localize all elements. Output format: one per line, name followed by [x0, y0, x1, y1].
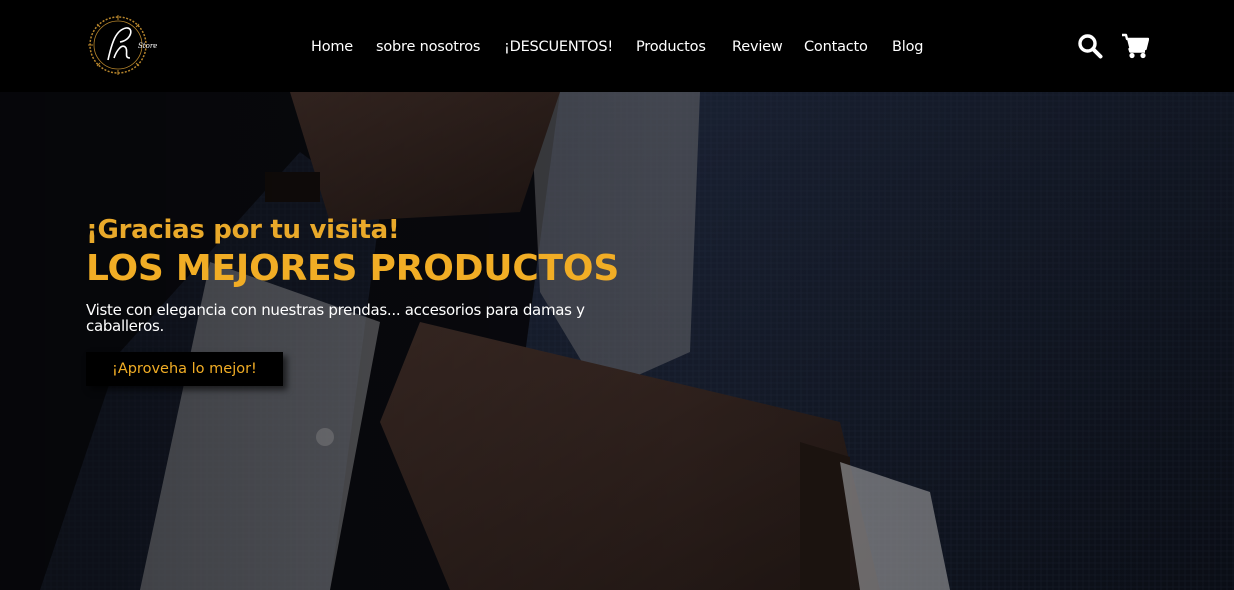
hero-section: ¡Gracias por tu visita! LOS MEJORES PROD…: [0, 92, 1234, 590]
svg-text:Store: Store: [138, 42, 157, 50]
nav-link-blog[interactable]: Blog: [892, 37, 923, 57]
hero-title: LOS MEJORES PRODUCTOS: [86, 248, 620, 289]
logo-emblem-icon: Store: [88, 15, 157, 75]
search-icon: [1078, 34, 1103, 59]
nav-link-about[interactable]: sobre nosotros: [376, 37, 480, 57]
cart-button[interactable]: [1121, 33, 1150, 59]
search-button[interactable]: [1077, 33, 1103, 59]
nav-link-contact[interactable]: Contacto: [804, 37, 868, 57]
cart-icon: [1122, 33, 1150, 59]
hero-description: Viste con elegancia con nuestras prendas…: [86, 301, 585, 335]
nav-link-review[interactable]: Review: [732, 37, 783, 57]
hero-content: ¡Gracias por tu visita! LOS MEJORES PROD…: [86, 214, 646, 386]
brand-logo[interactable]: Store: [86, 12, 166, 78]
nav-link-products[interactable]: Productos: [636, 37, 706, 57]
nav-link-discounts[interactable]: ¡DESCUENTOS!: [504, 37, 613, 57]
hero-greeting: ¡Gracias por tu visita!: [86, 215, 400, 245]
hero-cta-button[interactable]: ¡Aproveha lo mejor!: [86, 352, 283, 386]
nav-link-home[interactable]: Home: [311, 37, 353, 57]
navbar: Store Home sobre nosotros ¡DESCUENTOS! P…: [0, 0, 1234, 92]
